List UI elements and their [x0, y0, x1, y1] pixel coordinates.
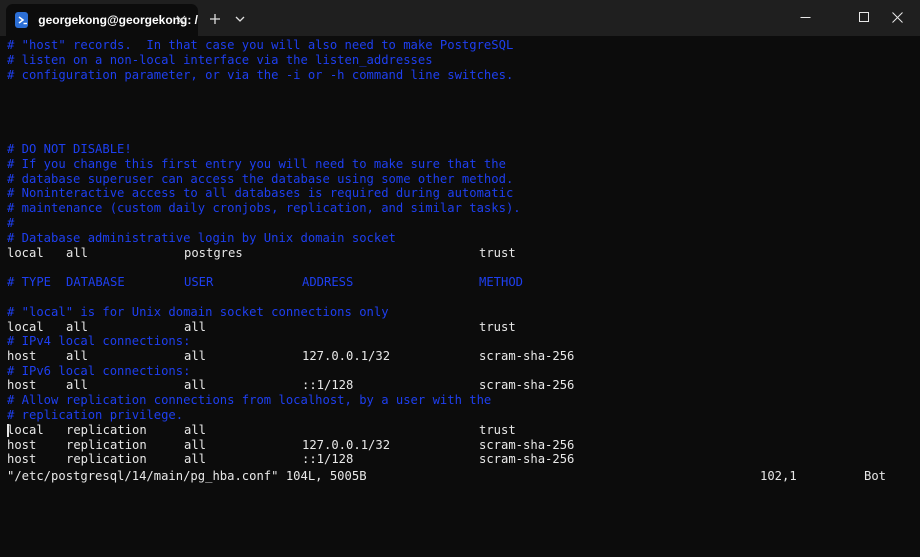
plus-icon[interactable]	[205, 10, 225, 28]
powershell-icon	[15, 12, 29, 28]
comment-line: # IPv4 local connections:	[7, 334, 191, 348]
comment-line: # DO NOT DISABLE!	[7, 142, 132, 156]
comment-line: # database superuser can access the data…	[7, 172, 514, 186]
minimize-icon[interactable]	[782, 0, 828, 34]
comment-line: # IPv6 local connections:	[7, 364, 191, 378]
row-type: local	[7, 320, 44, 334]
row-address: 127.0.0.1/32	[302, 349, 391, 363]
comment-line: # maintenance (custom daily cronjobs, re…	[7, 201, 521, 215]
status-file-info: "/etc/postgresql/14/main/pg_hba.conf" 10…	[7, 469, 367, 483]
header-method: METHOD	[479, 275, 524, 289]
row-method: trust	[479, 320, 516, 334]
comment-line: # "host" records. In that case you will …	[7, 38, 514, 52]
row-method: trust	[479, 246, 516, 260]
row-database: replication	[66, 423, 147, 437]
chevron-down-icon[interactable]	[230, 10, 250, 28]
row-database: replication	[66, 452, 147, 466]
row-type: host	[7, 349, 37, 363]
row-method: trust	[479, 423, 516, 437]
config-row: local all postgres trust	[7, 246, 516, 261]
row-database: all	[66, 349, 89, 363]
comment-line: # listen on a non-local interface via th…	[7, 53, 433, 67]
config-row: host replication all 127.0.0.1/32 scram-…	[7, 438, 574, 453]
close-tab-icon[interactable]	[173, 12, 189, 28]
header-user: USER	[184, 275, 214, 289]
comment-line: # replication privilege.	[7, 408, 184, 422]
row-method: scram-sha-256	[479, 452, 575, 466]
config-row: host all all 127.0.0.1/32 scram-sha-256	[7, 349, 574, 364]
comment-line: # Noninteractive access to all databases…	[7, 186, 514, 200]
row-type: host	[7, 438, 37, 452]
row-method: scram-sha-256	[479, 438, 575, 452]
header-address: ADDRESS	[302, 275, 354, 289]
row-database: all	[66, 320, 89, 334]
row-user: all	[184, 423, 207, 437]
row-type: host	[7, 452, 37, 466]
row-user: postgres	[184, 246, 243, 260]
config-row: local all all trust	[7, 320, 516, 335]
config-row: local replication all trust	[7, 423, 516, 438]
header-row: # TYPE DATABASE USER ADDRESS METHOD	[7, 275, 523, 290]
row-database: all	[66, 246, 89, 260]
comment-line: # Database administrative login by Unix …	[7, 231, 396, 245]
comment-line: # "local" is for Unix domain socket conn…	[7, 305, 389, 319]
row-type: local	[7, 246, 44, 260]
status-cursor-position: 102,1	[760, 469, 797, 483]
row-type: host	[7, 378, 37, 392]
row-address: 127.0.0.1/32	[302, 438, 391, 452]
title-bar[interactable]: georgekong@georgekong: /	[0, 0, 920, 36]
row-type: local	[7, 423, 44, 437]
row-user: all	[184, 452, 207, 466]
status-scroll-position: Bot	[864, 469, 887, 483]
row-database: all	[66, 378, 89, 392]
comment-line: # configuration parameter, or via the -i…	[7, 68, 514, 82]
config-row: host replication all ::1/128 scram-sha-2…	[7, 452, 574, 467]
terminal-tab[interactable]: georgekong@georgekong: /	[6, 4, 198, 36]
row-database: replication	[66, 438, 147, 452]
row-method: scram-sha-256	[479, 349, 575, 363]
terminal-window: georgekong@georgekong: / # "host" record…	[0, 0, 920, 489]
row-address: ::1/128	[302, 452, 354, 466]
row-address: ::1/128	[302, 378, 354, 392]
comment-line: # Allow replication connections from loc…	[7, 393, 492, 407]
comment-line: # If you change this first entry you wil…	[7, 157, 506, 171]
row-user: all	[184, 320, 207, 334]
comment-line: #	[7, 216, 15, 230]
row-user: all	[184, 438, 207, 452]
row-user: all	[184, 349, 207, 363]
config-row: host all all ::1/128 scram-sha-256	[7, 378, 574, 393]
row-user: all	[184, 378, 207, 392]
close-icon[interactable]	[874, 0, 920, 34]
row-method: scram-sha-256	[479, 378, 575, 392]
header-database: DATABASE	[66, 275, 125, 289]
terminal-content[interactable]: # "host" records. In that case you will …	[0, 38, 920, 489]
header-type: # TYPE	[7, 275, 52, 289]
